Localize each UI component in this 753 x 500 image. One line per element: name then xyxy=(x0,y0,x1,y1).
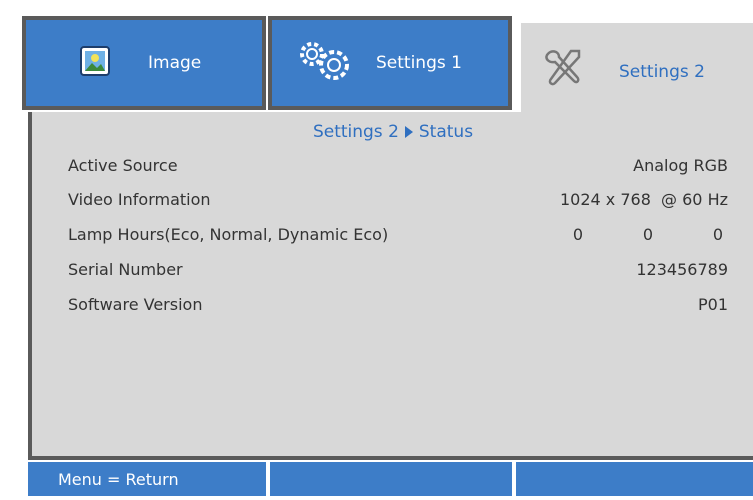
status-row-serial-number: Serial Number 123456789 xyxy=(68,260,728,284)
lamp-hours-dynamic-eco: 0 xyxy=(712,225,724,244)
lamp-hours-normal: 0 xyxy=(642,225,654,244)
status-row-software-version: Software Version P01 xyxy=(68,295,728,319)
footer-center-cell xyxy=(270,462,512,496)
serial-number-label: Serial Number xyxy=(68,260,183,279)
status-row-active-source: Active Source Analog RGB xyxy=(68,156,728,180)
tab-image[interactable]: Image xyxy=(22,16,266,110)
lamp-hours-label: Lamp Hours(Eco, Normal, Dynamic Eco) xyxy=(68,225,389,244)
gears-icon xyxy=(296,41,356,86)
lamp-hours-values: 0 0 0 xyxy=(568,225,728,249)
footer-right-cell xyxy=(516,462,753,496)
breadcrumb-page: Status xyxy=(418,122,474,142)
chevron-right-icon xyxy=(404,126,413,138)
active-source-value: Analog RGB xyxy=(633,156,728,175)
tab-settings-2-label: Settings 2 xyxy=(619,61,705,82)
tab-settings-1-label: Settings 1 xyxy=(376,53,462,73)
active-source-label: Active Source xyxy=(68,156,178,175)
tab-settings-1[interactable]: Settings 1 xyxy=(268,16,512,110)
video-information-value: 1024 x 768 @ 60 Hz xyxy=(559,190,728,209)
image-icon xyxy=(80,45,110,81)
breadcrumb: Settings 2 Status xyxy=(32,122,753,142)
status-row-lamp-hours: Lamp Hours(Eco, Normal, Dynamic Eco) 0 0… xyxy=(68,225,728,249)
software-version-value: P01 xyxy=(697,295,728,314)
footer-hint-text: Menu = Return xyxy=(58,469,179,489)
status-panel: Settings 2 Status Active Source Analog RG… xyxy=(28,112,753,460)
status-row-video-information: Video Information 1024 x 768 @ 60 Hz xyxy=(68,190,728,214)
footer-hint: Menu = Return xyxy=(28,462,266,496)
breadcrumb-section: Settings 2 xyxy=(312,122,399,142)
tab-image-label: Image xyxy=(148,53,202,73)
video-information-label: Video Information xyxy=(68,190,211,209)
lamp-hours-eco: 0 xyxy=(572,225,584,244)
tools-icon xyxy=(541,47,585,96)
tab-settings-2[interactable]: Settings 2 xyxy=(518,20,753,120)
projector-osd-menu: Image Settings 1 Settings 2 Settings 2 St… xyxy=(12,10,753,496)
software-version-label: Software Version xyxy=(68,295,203,314)
serial-number-value: 123456789 xyxy=(636,260,728,279)
